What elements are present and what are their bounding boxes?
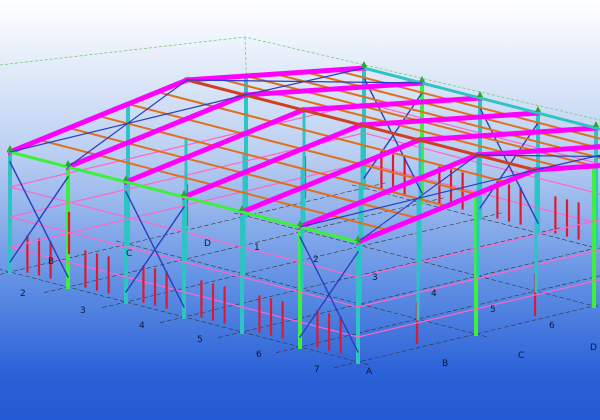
grid-label-far-2: 2 bbox=[313, 255, 319, 265]
grid-label-near-C: C bbox=[126, 249, 132, 259]
grid-label-far-C: C bbox=[518, 351, 524, 361]
grid-label-near-2: 2 bbox=[20, 289, 26, 299]
purlin bbox=[333, 68, 600, 140]
support-marker bbox=[65, 160, 71, 166]
structure-3d-view[interactable]: 2 3 4 5 6 7 B C D 1 2 3 4 5 6 A B C D bbox=[0, 0, 600, 420]
grid-label-far-D: D bbox=[590, 343, 597, 353]
support-marker bbox=[593, 121, 599, 127]
model-viewport[interactable]: 2 3 4 5 6 7 B C D 1 2 3 4 5 6 A B C D bbox=[0, 0, 600, 420]
rafter bbox=[358, 110, 541, 128]
grid-label-near-B: B bbox=[48, 257, 54, 267]
grid-line-axis bbox=[334, 304, 600, 368]
grid-label-near-1: 1 bbox=[254, 243, 260, 253]
grid-label-far-5: 5 bbox=[490, 305, 496, 315]
grid-label-far-6: 6 bbox=[549, 321, 555, 331]
rafter bbox=[416, 125, 599, 143]
grid-label-far-A: A bbox=[366, 367, 373, 377]
grid-label-near-7: 7 bbox=[314, 365, 320, 375]
support-marker bbox=[477, 91, 483, 97]
grid-label-near-5: 5 bbox=[197, 335, 203, 345]
support-marker bbox=[7, 145, 13, 151]
grid-label-far-3: 3 bbox=[372, 273, 378, 283]
grid-label-near-4: 4 bbox=[139, 321, 145, 331]
grid-label-near-D: D bbox=[204, 239, 211, 249]
grid-label-near-6: 6 bbox=[256, 350, 262, 360]
rafter bbox=[180, 121, 365, 201]
grid-line-axis bbox=[276, 275, 600, 353]
rafter bbox=[122, 106, 307, 186]
grid-label-far-4: 4 bbox=[431, 289, 437, 299]
grid-line-axis bbox=[218, 246, 600, 338]
grid-labels: 2 3 4 5 6 7 B C D 1 2 3 4 5 6 A B C D bbox=[20, 239, 597, 377]
rafter bbox=[300, 95, 483, 113]
grid-label-far-B: B bbox=[442, 359, 448, 369]
steel-members bbox=[6, 61, 600, 364]
grid-label-near-3: 3 bbox=[80, 306, 86, 316]
work-area-box bbox=[0, 36, 600, 121]
support-marker bbox=[535, 106, 541, 112]
